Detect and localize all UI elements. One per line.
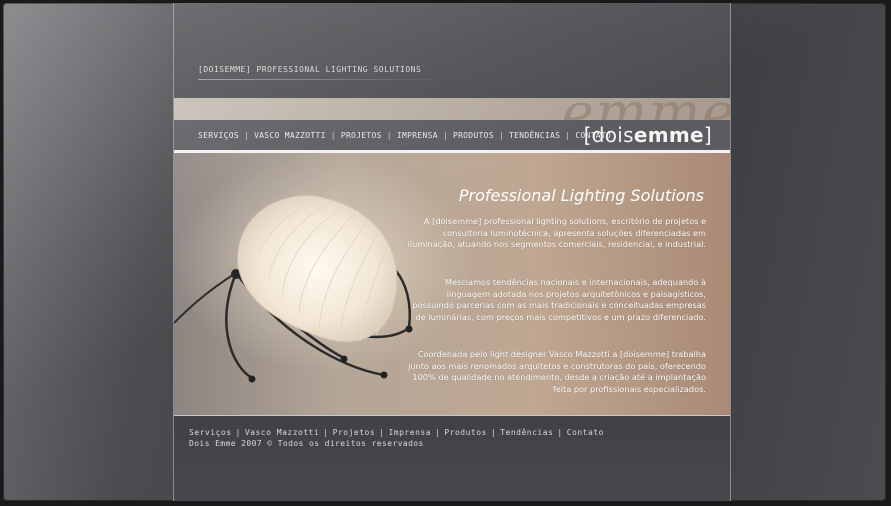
- window-frame: [DOISEMME] PROFESSIONAL LIGHTING SOLUTIO…: [3, 3, 886, 501]
- hero-paragraph-3: Coordenada pelo light designer Vasco Maz…: [408, 349, 706, 394]
- nav-separator: |: [498, 131, 505, 140]
- nav-item-tendencias[interactable]: TENDÊNCIAS: [509, 131, 560, 140]
- hero-title: Professional Lighting Solutions: [458, 186, 704, 205]
- logo-part-light: [dois: [583, 123, 634, 147]
- main-nav: SERVIÇOS | VASCO MAZZOTTI | PROJETOS | I…: [198, 131, 611, 140]
- nav-separator: |: [386, 131, 392, 140]
- footer-link-tendencias[interactable]: Tendências: [500, 428, 553, 437]
- logo-part-bold: emme: [633, 123, 704, 147]
- copyright-text: Dois Emme 2007 © Todos os direitos reser…: [189, 439, 424, 448]
- site-logo[interactable]: [doisemme]: [584, 123, 712, 147]
- nav-item-produtos[interactable]: PRODUTOS: [453, 131, 494, 140]
- logo-part-close: ]: [703, 123, 712, 147]
- footer-link-vasco-mazzotti[interactable]: Vasco Mazzotti: [245, 428, 319, 437]
- footer: Serviços | Vasco Mazzotti | Projetos | I…: [174, 415, 730, 501]
- footer-separator: |: [235, 428, 241, 437]
- footer-separator: |: [435, 428, 441, 437]
- nav-item-vasco-mazzotti[interactable]: VASCO MAZZOTTI: [254, 131, 326, 140]
- nav-separator: |: [330, 131, 336, 140]
- footer-link-projetos[interactable]: Projetos: [333, 428, 376, 437]
- footer-nav: Serviços | Vasco Mazzotti | Projetos | I…: [189, 428, 604, 437]
- nav-item-servicos[interactable]: SERVIÇOS: [198, 131, 239, 140]
- main-nav-bar: SERVIÇOS | VASCO MAZZOTTI | PROJETOS | I…: [174, 120, 730, 153]
- nav-separator: |: [442, 131, 448, 140]
- nav-item-imprensa[interactable]: IMPRENSA: [397, 131, 438, 140]
- web-page: [DOISEMME] PROFESSIONAL LIGHTING SOLUTIO…: [173, 3, 731, 501]
- site-tagline: [DOISEMME] PROFESSIONAL LIGHTING SOLUTIO…: [198, 65, 422, 74]
- footer-link-imprensa[interactable]: Imprensa: [388, 428, 431, 437]
- footer-link-contato[interactable]: Contato: [567, 428, 604, 437]
- footer-link-servicos[interactable]: Serviços: [189, 428, 232, 437]
- nav-item-projetos[interactable]: PROJETOS: [341, 131, 382, 140]
- hero-paragraph-2: Mesclamos tendências nacionais e interna…: [412, 277, 706, 322]
- footer-separator: |: [379, 428, 385, 437]
- nav-separator: |: [243, 131, 250, 140]
- nav-separator: |: [565, 131, 571, 140]
- footer-separator: |: [323, 428, 329, 437]
- tagline-divider: [198, 79, 453, 80]
- footer-link-produtos[interactable]: Produtos: [444, 428, 487, 437]
- hero-section: Professional Lighting Solutions A [doise…: [174, 153, 730, 415]
- footer-separator: |: [557, 428, 563, 437]
- hero-paragraph-1: A [doisemme] professional lighting solut…: [407, 216, 706, 249]
- footer-separator: |: [490, 428, 497, 437]
